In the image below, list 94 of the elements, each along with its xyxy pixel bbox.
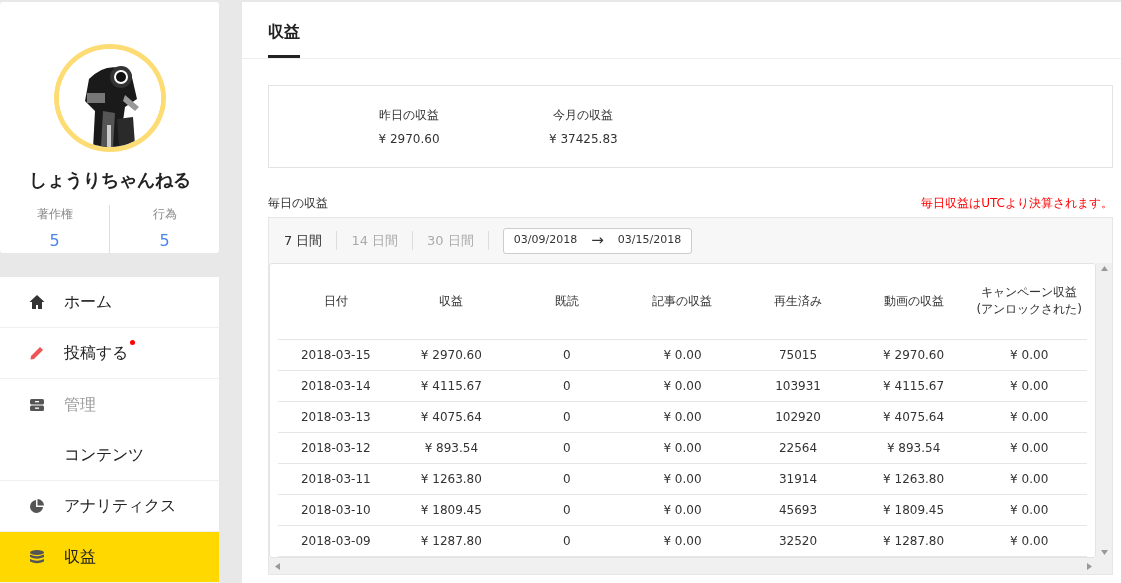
table-cell: 2018-03-13 [300, 409, 371, 424]
table-cell: ¥ 0.00 [1010, 409, 1049, 424]
column-header: 記事の収益 [652, 293, 713, 308]
drawer-icon [29, 396, 45, 413]
section-title: 毎日の収益 [268, 195, 328, 210]
channel-name: しょうりちゃんねる [28, 168, 191, 192]
table-cell: 2018-03-15 [300, 347, 371, 362]
home-icon [29, 294, 45, 310]
table-cell: ¥ 0.00 [1010, 347, 1049, 362]
table-cell: ¥ 1263.80 [420, 471, 482, 486]
pie-chart-icon [29, 498, 45, 514]
notice-text: 毎日収益はUTCより決算されます。 [921, 195, 1113, 210]
menu-item[interactable]: 投稿する [0, 328, 219, 379]
table-cell: 2018-03-12 [300, 440, 371, 455]
menu-label: 管理 [64, 393, 96, 416]
date-from: 03/09/2018 [513, 232, 578, 249]
summary-label: 昨日の収益 [379, 106, 439, 124]
menu-label: 収益 [64, 546, 96, 568]
table-cell: ¥ 0.00 [663, 347, 702, 362]
table-cell: 0 [563, 502, 571, 517]
table-cell: 103931 [775, 378, 821, 393]
pencil-icon [29, 345, 45, 361]
table-cell: ¥ 4075.64 [420, 409, 482, 424]
menu-item[interactable]: ホーム [0, 277, 219, 328]
date-range-field[interactable]: 03/09/2018 → 03/15/2018 [502, 227, 693, 254]
table-cell: ¥ 1809.45 [883, 502, 945, 517]
summary-label: 今月の収益 [553, 106, 614, 124]
table-cell: 0 [563, 347, 571, 362]
menu-label: ホーム [64, 291, 112, 313]
column-header: 既読 [554, 293, 579, 308]
menu-label: コンテンツ [64, 444, 144, 466]
column-header: 再生済み [774, 293, 823, 308]
table-cell: 0 [563, 533, 571, 548]
menu-item[interactable]: コンテンツ [0, 430, 219, 481]
summary-value: ¥ 2970.60 [378, 130, 440, 148]
summary-value: ¥ 37425.83 [549, 130, 618, 148]
table-cell: 2018-03-14 [300, 378, 371, 393]
table-cell: 45693 [778, 502, 818, 517]
table-cell: ¥ 1263.80 [883, 471, 945, 486]
table-cell: ¥ 2970.60 [420, 347, 482, 362]
stat-label: 行為 [152, 206, 177, 223]
table-cell: 0 [563, 409, 571, 424]
table-cell: ¥ 893.54 [424, 440, 479, 455]
table-cell: 75015 [778, 347, 818, 362]
stat-value: 5 [49, 230, 60, 252]
table-cell: 102920 [775, 409, 821, 424]
table-cell: ¥ 1809.45 [420, 502, 482, 517]
table-cell: ¥ 0.00 [1010, 378, 1049, 393]
table-cell: ¥ 4115.67 [883, 378, 945, 393]
table-cell: ¥ 0.00 [663, 502, 702, 517]
menu-label: アナリティクス [64, 495, 176, 517]
vertical-scrollbar[interactable] [1096, 263, 1112, 558]
table-cell: 2018-03-11 [300, 471, 371, 486]
table-cell: ¥ 0.00 [1010, 471, 1049, 486]
table-cell: 0 [563, 471, 571, 486]
scroll-up-icon[interactable] [1100, 266, 1108, 271]
page-title-tab[interactable]: 収益 [268, 20, 300, 58]
column-header: 動画の収益 [883, 293, 944, 308]
table-cell: ¥ 0.00 [663, 440, 702, 455]
column-header: キャンペーン収益(アンロックされた) [976, 284, 1082, 317]
table-cell: ¥ 0.00 [1010, 440, 1049, 455]
table-cell: 2018-03-10 [300, 502, 371, 517]
table-cell: ¥ 0.00 [1010, 533, 1049, 548]
table-cell: ¥ 1287.80 [420, 533, 482, 548]
table-cell: ¥ 893.54 [886, 440, 941, 455]
column-header: 収益 [439, 293, 464, 308]
database-icon [29, 549, 45, 565]
date-to: 03/15/2018 [617, 232, 682, 249]
table-cell: ¥ 0.00 [663, 533, 702, 548]
menu-label: 投稿する [64, 342, 128, 364]
table-cell: 32520 [778, 533, 818, 548]
scroll-down-icon[interactable] [1100, 550, 1108, 555]
table-cell: ¥ 0.00 [1010, 502, 1049, 517]
stat-value: 5 [159, 230, 170, 252]
table-cell: ¥ 1287.80 [883, 533, 945, 548]
arrow-glyph: → [591, 230, 604, 252]
table-cell: 2018-03-09 [300, 533, 371, 548]
stat-label: 著作権 [36, 206, 73, 223]
scroll-right-icon[interactable] [1087, 562, 1092, 570]
table-cell: ¥ 0.00 [663, 378, 702, 393]
scroll-left-icon[interactable] [275, 562, 280, 570]
table-cell: 0 [563, 440, 571, 455]
horizontal-scrollbar[interactable] [269, 558, 1112, 574]
menu-item[interactable]: 収益 [0, 532, 219, 583]
table-cell: 0 [563, 378, 571, 393]
column-header: 日付 [323, 293, 348, 308]
table-cell: ¥ 0.00 [663, 409, 702, 424]
table-cell: 22564 [778, 440, 818, 455]
table-cell: 31914 [778, 471, 818, 486]
table-cell: ¥ 4075.64 [883, 409, 945, 424]
table-cell: ¥ 4115.67 [420, 378, 482, 393]
table-cell: ¥ 0.00 [663, 471, 702, 486]
period-tab[interactable]: 7 日間 [284, 230, 338, 251]
table-cell: ¥ 2970.60 [883, 347, 945, 362]
